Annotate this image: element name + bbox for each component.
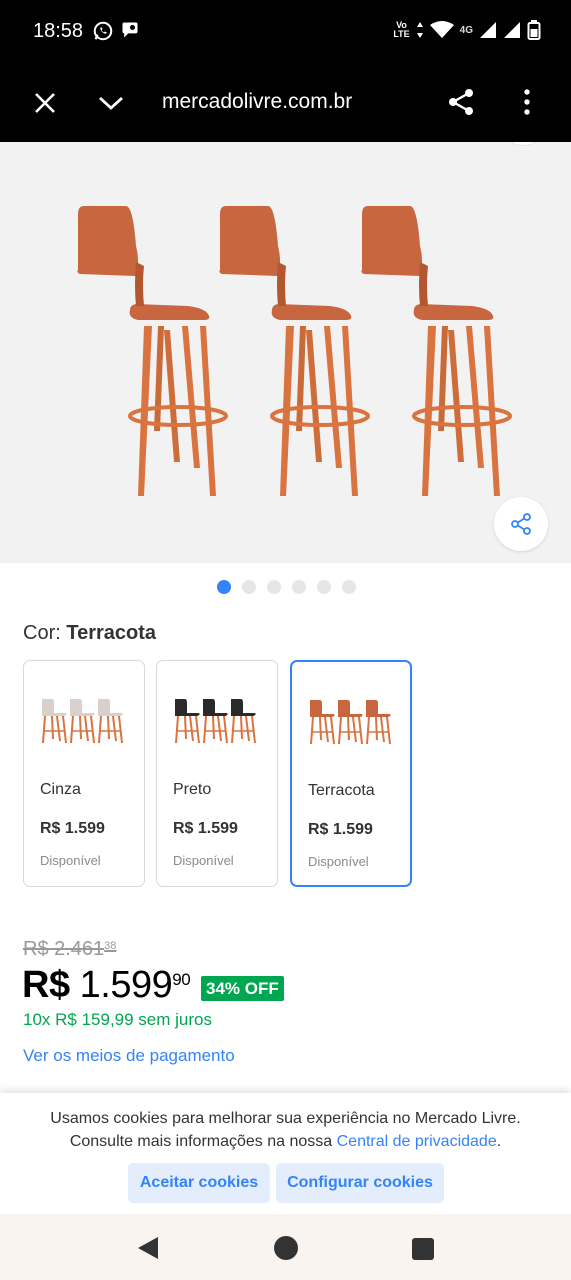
mini-stool	[310, 700, 335, 744]
share-icon[interactable]	[445, 86, 477, 118]
cookie-message: Usamos cookies para melhorar sua experiê…	[0, 1107, 571, 1153]
carousel-dot[interactable]	[341, 580, 356, 594]
chat-bubble-icon	[122, 22, 138, 38]
currency-symbol: R$	[22, 964, 70, 1006]
product-image	[75, 204, 512, 498]
product-image-gallery[interactable]	[0, 142, 571, 563]
variant-card-terracota[interactable]: Terracota R$ 1.599 Disponível	[290, 660, 412, 887]
current-price-main: 1.599	[79, 964, 173, 1006]
mini-stool	[338, 700, 363, 744]
chevron-down-icon[interactable]	[96, 88, 126, 118]
variant-price: R$ 1.599	[173, 820, 238, 837]
original-price: R$ 2.46138	[23, 938, 116, 961]
original-price-cents: 38	[104, 940, 117, 952]
variant-name: Cinza	[40, 781, 81, 798]
cookie-line-2: Consulte mais informações na nossa Centr…	[0, 1130, 571, 1153]
variant-thumbnail	[42, 699, 123, 743]
configure-cookies-button[interactable]: Configurar cookies	[276, 1163, 444, 1203]
signal-icon	[480, 22, 496, 38]
variant-name: Preto	[173, 781, 212, 798]
recent-apps-icon[interactable]	[412, 1238, 434, 1260]
mini-stool	[175, 699, 200, 743]
variant-stock: Disponível	[40, 853, 101, 868]
gallery-share-button[interactable]	[494, 497, 548, 551]
current-price: R$ 1.59990	[22, 964, 191, 1007]
cookie-banner: Usamos cookies para melhorar sua experiê…	[0, 1093, 571, 1214]
notification-icons	[92, 20, 140, 42]
share-icon	[511, 513, 531, 535]
color-label: Cor: Terracota	[23, 622, 156, 645]
carousel-dot[interactable]	[291, 580, 306, 594]
close-icon[interactable]	[30, 88, 60, 118]
variant-stock: Disponível	[173, 853, 234, 868]
volte-icon: Vo LTE	[393, 20, 410, 39]
status-time: 18:58	[33, 20, 84, 42]
wifi-icon	[429, 21, 454, 38]
variant-thumbnail	[175, 699, 256, 743]
mini-stool	[98, 699, 123, 743]
variant-thumbnail	[310, 700, 391, 744]
home-icon[interactable]	[274, 1236, 298, 1260]
mini-stool	[231, 699, 256, 743]
mini-stool	[203, 699, 228, 743]
carousel-dot[interactable]	[266, 580, 281, 594]
privacy-center-link[interactable]: Central de privacidade	[337, 1133, 497, 1150]
variant-price: R$ 1.599	[308, 821, 373, 838]
browser-toolbar: mercadolivre.com.br	[0, 64, 571, 142]
battery-icon	[527, 20, 541, 40]
status-bar: 18:58 Vo LTE 4G	[0, 0, 571, 64]
color-selected-value: Terracota	[66, 622, 157, 644]
back-icon[interactable]	[136, 1236, 160, 1260]
mini-stool	[42, 699, 67, 743]
payment-methods-link[interactable]: Ver os meios de pagamento	[23, 1046, 235, 1066]
more-vert-icon[interactable]	[515, 86, 539, 118]
mini-stool	[70, 699, 95, 743]
carousel-dot[interactable]	[216, 580, 231, 594]
discount-badge: 34% OFF	[201, 976, 284, 1001]
cookie-line-2-suffix: .	[496, 1133, 502, 1150]
carousel-dot[interactable]	[316, 580, 331, 594]
cookie-line-2-prefix: Consulte mais informações na nossa	[69, 1133, 337, 1150]
system-icons: Vo LTE 4G	[393, 20, 541, 40]
carousel-dot[interactable]	[241, 580, 256, 594]
variant-card-preto[interactable]: Preto R$ 1.599 Disponível	[156, 660, 278, 887]
original-price-main: R$ 2.461	[23, 938, 105, 960]
mini-stool	[366, 700, 391, 744]
accept-cookies-button[interactable]: Aceitar cookies	[128, 1163, 270, 1203]
system-nav-bar	[0, 1214, 571, 1280]
cookie-line-1: Usamos cookies para melhorar sua experiê…	[50, 1110, 521, 1127]
variant-card-cinza[interactable]: Cinza R$ 1.599 Disponível	[23, 660, 145, 887]
variant-stock: Disponível	[308, 854, 369, 869]
url-text[interactable]: mercadolivre.com.br	[162, 90, 352, 114]
carousel-dots	[0, 580, 571, 596]
data-arrows-icon	[416, 22, 423, 38]
whatsapp-icon	[93, 21, 113, 41]
current-price-cents: 90	[172, 970, 191, 989]
color-label-prefix: Cor:	[23, 622, 61, 644]
network-type: 4G	[459, 24, 473, 36]
variant-name: Terracota	[308, 782, 375, 799]
installments-text: 10x R$ 159,99 sem juros	[23, 1010, 212, 1029]
signal-icon	[504, 22, 520, 38]
variant-price: R$ 1.599	[40, 820, 105, 837]
